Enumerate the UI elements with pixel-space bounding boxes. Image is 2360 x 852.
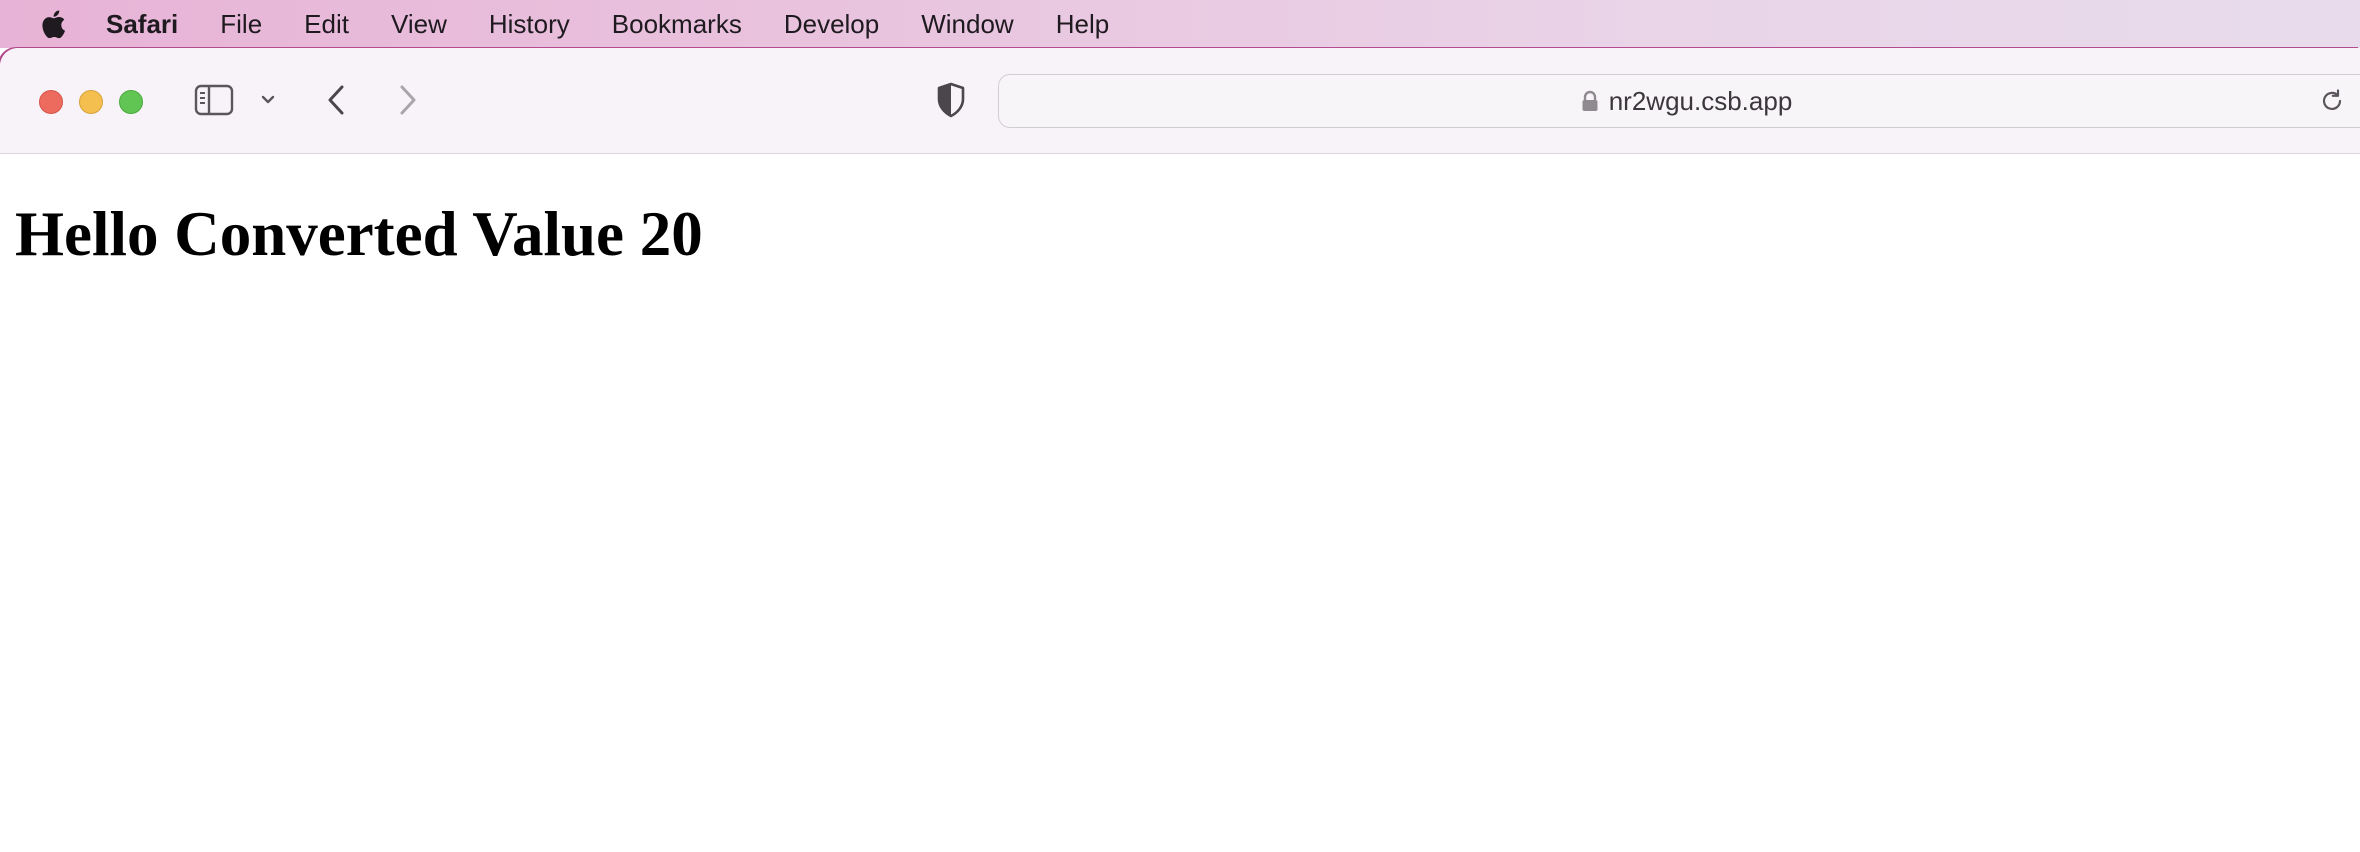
shield-icon[interactable] xyxy=(934,80,968,120)
apple-logo-icon[interactable] xyxy=(33,0,73,48)
reload-icon[interactable] xyxy=(2318,87,2346,115)
chevron-down-icon[interactable] xyxy=(258,88,278,112)
menu-file[interactable]: File xyxy=(199,0,283,48)
menu-app-safari[interactable]: Safari xyxy=(85,0,199,48)
address-bar[interactable]: nr2wgu.csb.app xyxy=(998,74,2360,128)
maximize-window-button[interactable] xyxy=(119,90,143,114)
browser-toolbar: nr2wgu.csb.app xyxy=(0,48,2360,154)
menu-history[interactable]: History xyxy=(468,0,591,48)
menu-develop[interactable]: Develop xyxy=(763,0,900,48)
menu-view[interactable]: View xyxy=(370,0,468,48)
url-text: nr2wgu.csb.app xyxy=(1608,85,1793,116)
minimize-window-button[interactable] xyxy=(79,90,103,114)
chevron-right-icon[interactable] xyxy=(392,80,424,120)
menu-bar: Safari File Edit View History Bookmarks … xyxy=(0,0,2360,48)
chevron-left-icon[interactable] xyxy=(320,80,352,120)
page-heading: Hello Converted Value 20 xyxy=(15,199,703,269)
lock-icon xyxy=(1581,89,1599,113)
menu-bookmarks[interactable]: Bookmarks xyxy=(591,0,763,48)
sidebar-icon[interactable] xyxy=(194,82,234,118)
page-content: Hello Converted Value 20 xyxy=(0,154,2360,852)
menu-window[interactable]: Window xyxy=(900,0,1034,48)
menu-edit[interactable]: Edit xyxy=(283,0,370,48)
menu-help[interactable]: Help xyxy=(1035,0,1130,48)
close-window-button[interactable] xyxy=(39,90,63,114)
browser-window: nr2wgu.csb.app Hello Converted Value 20 xyxy=(0,48,2360,852)
